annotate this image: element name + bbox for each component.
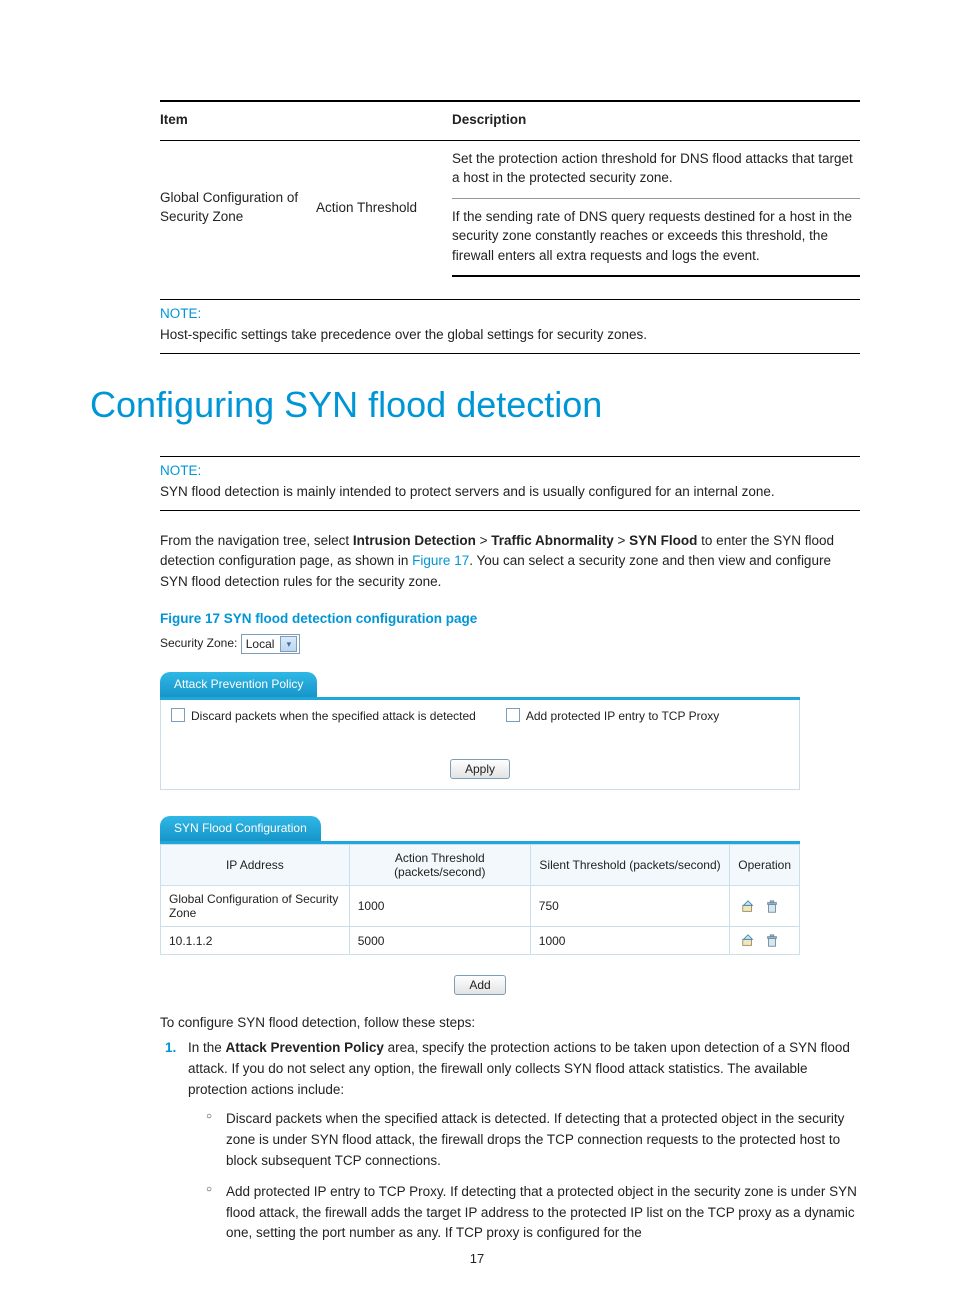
- figure-link[interactable]: Figure 17: [412, 553, 469, 568]
- tab-attack-prevention-policy[interactable]: Attack Prevention Policy: [160, 672, 317, 697]
- edit-icon[interactable]: [741, 934, 755, 948]
- text: >: [476, 533, 491, 548]
- checkbox-label: Add protected IP entry to TCP Proxy: [526, 709, 719, 723]
- checkbox-icon[interactable]: [506, 708, 520, 722]
- checkbox-add-tcp-proxy[interactable]: Add protected IP entry to TCP Proxy: [506, 708, 719, 723]
- text: From the navigation tree, select: [160, 533, 353, 548]
- def-subitem: Action Threshold: [316, 140, 452, 276]
- steps-intro: To configure SYN flood detection, follow…: [160, 1015, 864, 1030]
- security-zone-select[interactable]: Local ▾: [241, 634, 301, 654]
- chevron-down-icon[interactable]: ▾: [280, 636, 297, 652]
- cell-ip: 10.1.1.2: [161, 927, 350, 955]
- page-number: 17: [0, 1251, 954, 1266]
- step-1-sub-2: Add protected IP entry to TCP Proxy. If …: [206, 1182, 860, 1245]
- cell-silent: 1000: [530, 927, 730, 955]
- intro-paragraph: From the navigation tree, select Intrusi…: [160, 531, 860, 594]
- th-silent-threshold: Silent Threshold (packets/second): [530, 845, 730, 886]
- nav-intrusion-detection: Intrusion Detection: [353, 533, 476, 548]
- note-text: Host-specific settings take precedence o…: [160, 325, 860, 345]
- note-block-1: NOTE: Host-specific settings take preced…: [160, 299, 860, 354]
- edit-icon[interactable]: [741, 900, 755, 914]
- note-label: NOTE:: [160, 463, 860, 478]
- text: In the: [188, 1040, 226, 1055]
- security-zone-label: Security Zone:: [160, 636, 237, 650]
- cell-action: 5000: [349, 927, 530, 955]
- cell-action: 1000: [349, 886, 530, 927]
- note-label: NOTE:: [160, 306, 860, 321]
- th-ip: IP Address: [161, 845, 350, 886]
- policy-options: Discard packets when the specified attac…: [160, 700, 800, 790]
- embedded-screenshot: Security Zone: Local ▾ Attack Prevention…: [160, 634, 800, 995]
- syn-flood-config-table: IP Address Action Threshold (packets/sec…: [160, 844, 800, 955]
- cell-ip: Global Configuration of Security Zone: [161, 886, 350, 927]
- text: >: [614, 533, 629, 548]
- step-1-sub-1: Discard packets when the specified attac…: [206, 1109, 860, 1172]
- def-desc-2: If the sending rate of DNS query request…: [452, 198, 860, 276]
- figure-caption: Figure 17 SYN flood detection configurat…: [160, 611, 864, 626]
- table-row: 10.1.1.2 5000 1000: [161, 927, 800, 955]
- page-title: Configuring SYN flood detection: [90, 384, 864, 426]
- definition-table: Item Description Global Configuration of…: [160, 100, 860, 277]
- security-zone-value: Local: [246, 637, 275, 651]
- trash-icon[interactable]: [765, 900, 779, 914]
- nav-traffic-abnormality: Traffic Abnormality: [491, 533, 614, 548]
- add-button[interactable]: Add: [454, 975, 505, 995]
- def-item: Global Configuration of Security Zone: [160, 140, 316, 276]
- checkbox-discard-packets[interactable]: Discard packets when the specified attac…: [171, 708, 476, 723]
- text-bold: Attack Prevention Policy: [226, 1040, 384, 1055]
- trash-icon[interactable]: [765, 934, 779, 948]
- tab-syn-flood-configuration[interactable]: SYN Flood Configuration: [160, 816, 321, 841]
- checkbox-icon[interactable]: [171, 708, 185, 722]
- th-description: Description: [452, 101, 860, 140]
- step-1: In the Attack Prevention Policy area, sp…: [180, 1038, 860, 1244]
- nav-syn-flood: SYN Flood: [629, 533, 697, 548]
- def-desc-1: Set the protection action threshold for …: [452, 140, 860, 198]
- th-action-threshold: Action Threshold (packets/second): [349, 845, 530, 886]
- table-row: Global Configuration of Security Zone 10…: [161, 886, 800, 927]
- cell-silent: 750: [530, 886, 730, 927]
- apply-button[interactable]: Apply: [450, 759, 510, 779]
- th-operation: Operation: [730, 845, 800, 886]
- checkbox-label: Discard packets when the specified attac…: [191, 709, 476, 723]
- th-item: Item: [160, 101, 452, 140]
- note-text: SYN flood detection is mainly intended t…: [160, 482, 860, 502]
- note-block-2: NOTE: SYN flood detection is mainly inte…: [160, 456, 860, 511]
